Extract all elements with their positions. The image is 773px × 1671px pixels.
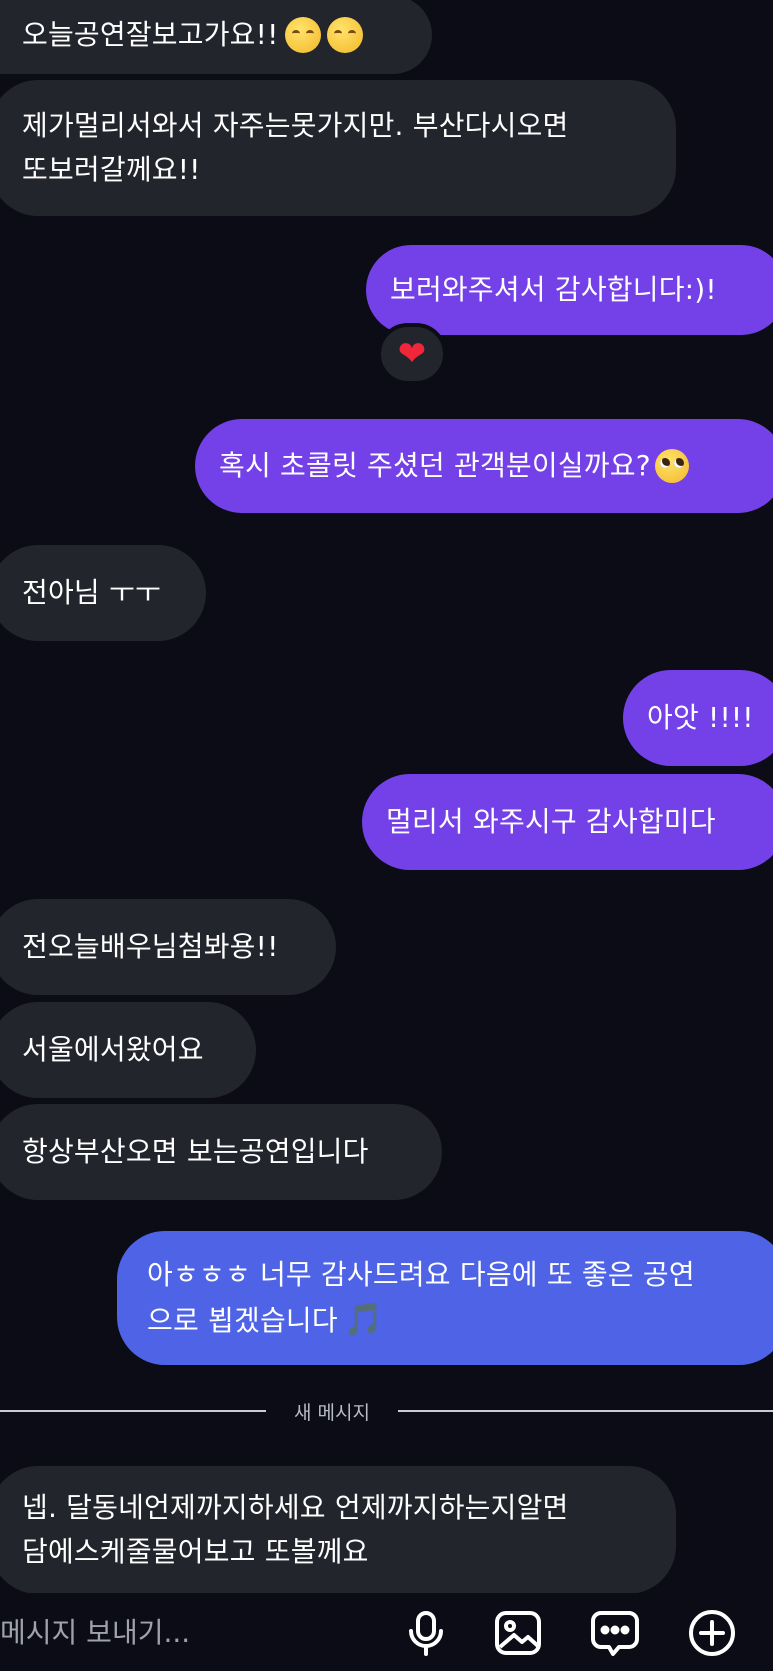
message-text: 아앗 !!!! bbox=[647, 701, 754, 734]
message-text: 전오늘배우님첨봐용!! bbox=[22, 930, 279, 963]
outgoing-message[interactable]: 멀리서 와주시구 감사합미다 bbox=[362, 774, 773, 870]
message-text-line: 담에스케줄물어보고 또볼께요 bbox=[22, 1535, 369, 1568]
message-text-line: 넵. 달동네언제까지하세요 언제까지하는지알면 bbox=[22, 1491, 569, 1524]
divider-line bbox=[0, 1410, 266, 1412]
microphone-icon[interactable] bbox=[396, 1603, 456, 1663]
message-text-line: 으로 뵙겠습니다 🎵 bbox=[147, 1300, 384, 1338]
message-text-line: 아ㅎㅎㅎ 너무 감사드려요 다음에 또 좋은 공연 bbox=[147, 1258, 695, 1291]
incoming-message[interactable]: 제가멀리서와서 자주는못가지만. 부산다시오면 또보러갈께요!! bbox=[0, 80, 676, 216]
smiling-face-emoji bbox=[284, 17, 321, 53]
incoming-message[interactable]: 전아님 ㅜㅜ bbox=[0, 545, 206, 641]
incoming-message[interactable]: 오늘공연잘보고가요!! bbox=[0, 0, 432, 74]
message-text: 혹시 초콜릿 주셨던 관객분이실까요? bbox=[219, 449, 651, 482]
outgoing-message[interactable]: 아앗 !!!! bbox=[623, 670, 773, 766]
message-input[interactable]: 메시지 보내기... bbox=[0, 1611, 390, 1655]
smiling-face-emoji bbox=[326, 17, 363, 53]
divider-line bbox=[398, 1410, 773, 1412]
message-text: 서울에서왔어요 bbox=[22, 1033, 204, 1066]
heart-reaction-icon[interactable]: ❤ bbox=[377, 323, 447, 385]
message-text: 전아님 ㅜㅜ bbox=[22, 576, 161, 609]
message-text-line: 제가멀리서와서 자주는못가지만. 부산다시오면 bbox=[22, 109, 569, 142]
incoming-message[interactable]: 넵. 달동네언제까지하세요 언제까지하는지알면 담에스케줄물어보고 또볼께요 bbox=[0, 1466, 676, 1594]
message-text: 항상부산오면 보는공연입니다 bbox=[22, 1135, 369, 1168]
chat-bubble-icon[interactable] bbox=[585, 1603, 645, 1663]
outgoing-message[interactable]: 보러와주셔서 감사합니다:)! bbox=[366, 245, 773, 335]
new-messages-divider: 새 메시지 bbox=[0, 1396, 773, 1426]
divider-label: 새 메시지 bbox=[294, 1401, 370, 1424]
add-icon[interactable] bbox=[682, 1603, 742, 1663]
message-text-line: 또보러갈께요!! bbox=[22, 153, 201, 186]
message-thread: 오늘공연잘보고가요!! 제가멀리서와서 자주는못가지만. 부산다시오면 또보러갈… bbox=[0, 0, 773, 1671]
incoming-message[interactable]: 항상부산오면 보는공연입니다 bbox=[0, 1104, 442, 1200]
image-icon[interactable] bbox=[488, 1603, 548, 1663]
outgoing-message[interactable]: 아ㅎㅎㅎ 너무 감사드려요 다음에 또 좋은 공연 으로 뵙겠습니다 🎵 bbox=[117, 1231, 773, 1365]
pleading-face-emoji bbox=[654, 449, 689, 483]
incoming-message[interactable]: 전오늘배우님첨봐용!! bbox=[0, 899, 336, 995]
incoming-message[interactable]: 서울에서왔어요 bbox=[0, 1002, 256, 1098]
message-text: 보러와주셔서 감사합니다:)! bbox=[390, 273, 717, 306]
message-text: 오늘공연잘보고가요!! bbox=[22, 18, 279, 51]
outgoing-message[interactable]: 혹시 초콜릿 주셨던 관객분이실까요? bbox=[195, 419, 773, 513]
message-text: 멀리서 와주시구 감사합미다 bbox=[386, 805, 716, 838]
message-composer: 메시지 보내기... bbox=[0, 1593, 773, 1671]
music-note-emoji: 🎵 bbox=[343, 1300, 384, 1338]
